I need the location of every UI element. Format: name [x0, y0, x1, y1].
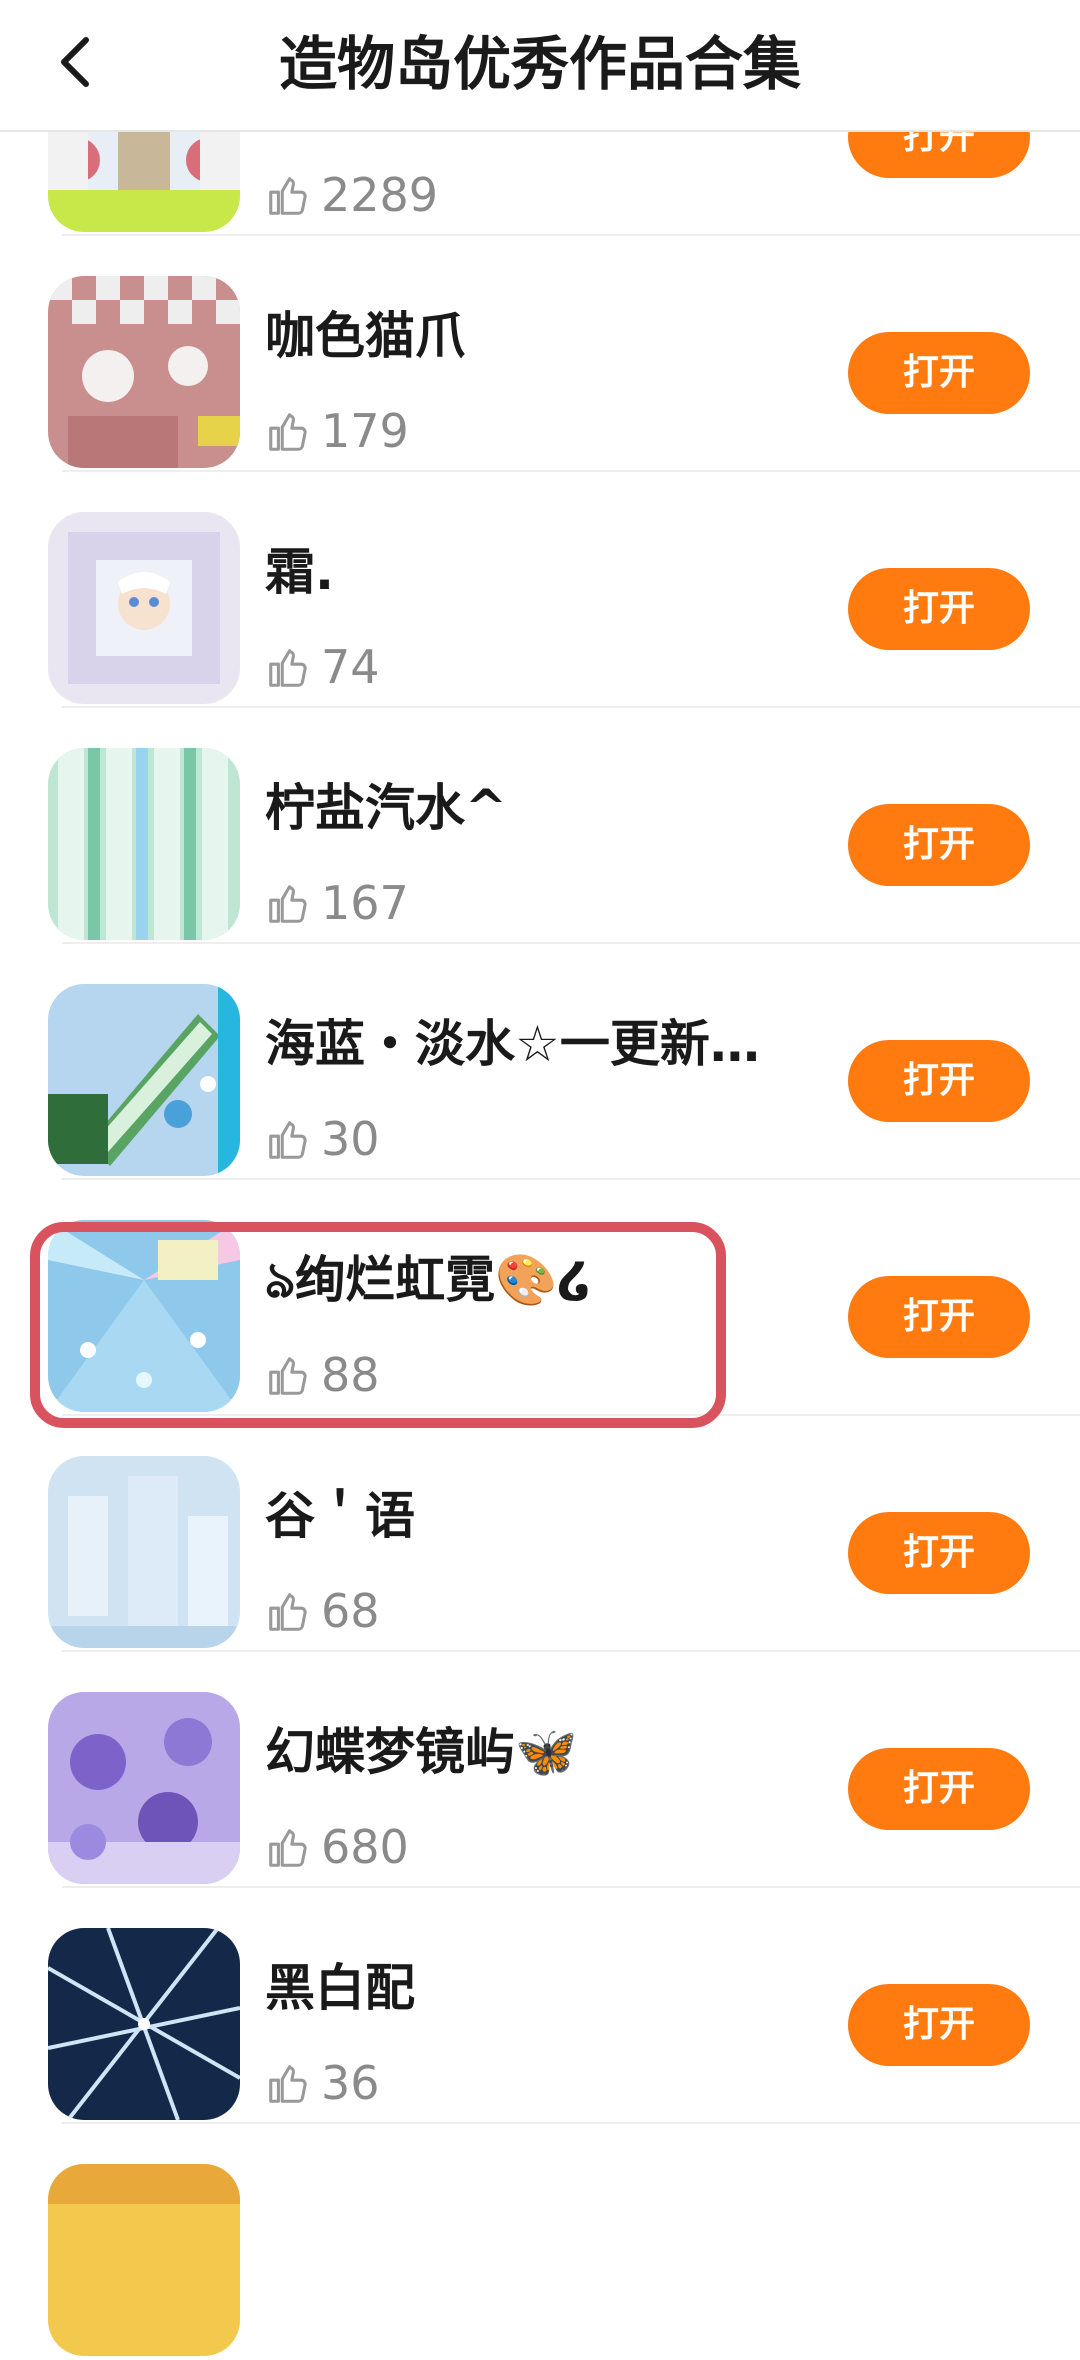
like-count: 36 — [321, 2056, 380, 2110]
work-title: 幻蝶梦镜屿🦋 — [265, 1723, 578, 1781]
open-button[interactable]: 打开 — [848, 1512, 1030, 1594]
work-thumbnail[interactable] — [48, 984, 240, 1176]
like-count: 68 — [321, 1584, 380, 1638]
like-count: 30 — [321, 1112, 380, 1166]
thumbs-up-icon[interactable] — [265, 1825, 311, 1871]
list-item[interactable]: 谷＇语 68 打开 — [0, 1416, 1080, 1652]
like-count: 179 — [321, 404, 409, 458]
like-count: 680 — [321, 1820, 409, 1874]
like-count: 2289 — [321, 168, 439, 222]
thumbs-up-icon[interactable] — [265, 409, 311, 455]
open-button[interactable]: 打开 — [848, 1984, 1030, 2066]
open-button[interactable]: 打开 — [848, 568, 1030, 650]
list-item[interactable] — [0, 2124, 1080, 2360]
work-thumbnail[interactable] — [48, 748, 240, 940]
top-bar: 造物岛优秀作品合集 — [0, 0, 1080, 132]
open-button[interactable]: 打开 — [848, 1276, 1030, 1358]
work-title: 谷＇语 — [265, 1487, 415, 1545]
work-title: 柠盐汽水^ — [265, 779, 507, 837]
list-item[interactable]: 幻蝶梦镜屿🦋 680 打开 — [0, 1652, 1080, 1888]
work-thumbnail[interactable] — [48, 1456, 240, 1648]
work-title: 海蓝・淡水☆一更新… — [265, 1015, 760, 1073]
work-title: 霜. — [265, 543, 334, 601]
like-count: 167 — [321, 876, 409, 930]
list-item[interactable]: 黑白配 36 打开 — [0, 1888, 1080, 2124]
open-button[interactable]: 打开 — [848, 1748, 1030, 1830]
like-count: 74 — [321, 640, 380, 694]
open-button[interactable]: 打开 — [848, 332, 1030, 414]
list-item[interactable]: 霜. 74 打开 — [0, 472, 1080, 708]
work-thumbnail[interactable] — [48, 2164, 240, 2356]
work-title: 咖色猫爪 — [265, 307, 465, 365]
thumbs-up-icon[interactable] — [265, 645, 311, 691]
list-item[interactable]: 柠盐汽水^ 167 打开 — [0, 708, 1080, 944]
work-thumbnail[interactable] — [48, 512, 240, 704]
thumbs-up-icon[interactable] — [265, 1117, 311, 1163]
list-item[interactable]: 海蓝・淡水☆一更新… 30 打开 — [0, 944, 1080, 1180]
thumbs-up-icon[interactable] — [265, 1589, 311, 1635]
list-item[interactable]: 咖色猫爪 179 打开 — [0, 236, 1080, 472]
highlight-box — [30, 1222, 726, 1428]
work-title: 黑白配 — [265, 1959, 415, 2017]
thumbs-up-icon[interactable] — [265, 173, 311, 219]
open-button[interactable]: 打开 — [848, 804, 1030, 886]
work-thumbnail[interactable] — [48, 276, 240, 468]
thumbs-up-icon[interactable] — [265, 881, 311, 927]
page-title: 造物岛优秀作品合集 — [278, 30, 801, 98]
works-list: 2289 打开 咖色猫爪 179 打开 霜. 74 打开 柠盐汽水^ 167 打… — [0, 0, 1080, 2356]
open-button[interactable]: 打开 — [848, 1040, 1030, 1122]
work-thumbnail[interactable] — [48, 1928, 240, 2120]
work-thumbnail[interactable] — [48, 1692, 240, 1884]
thumbs-up-icon[interactable] — [265, 2061, 311, 2107]
